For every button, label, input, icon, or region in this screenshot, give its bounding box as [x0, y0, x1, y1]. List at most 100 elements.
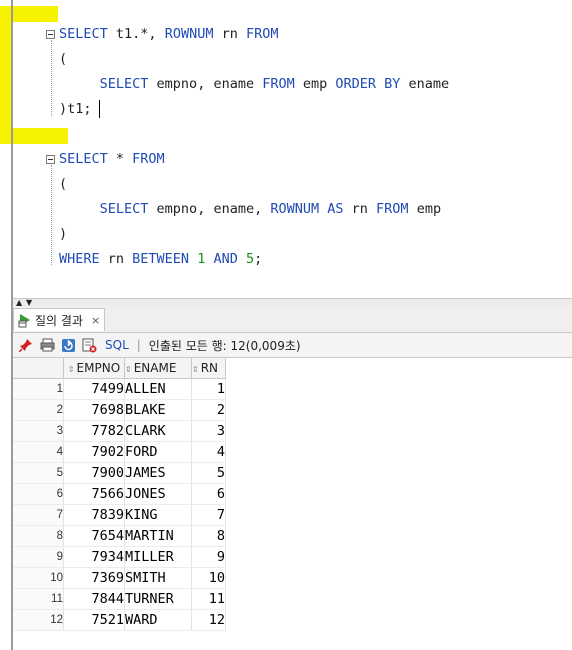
keyword: FROM — [262, 76, 295, 92]
code-line-9[interactable]: ) — [59, 225, 67, 243]
cell-ename[interactable]: TURNER — [124, 588, 192, 610]
keyword: AND — [213, 251, 238, 267]
row-number[interactable]: 3 — [13, 420, 64, 442]
table-row[interactable]: 11 7844 TURNER 11 — [13, 588, 226, 610]
table-row[interactable]: 12 7521 WARD 12 — [13, 609, 226, 631]
cell-ename[interactable]: SMITH — [124, 567, 192, 589]
keyword: AS — [327, 201, 344, 217]
code-line-1[interactable]: SELECT t1.*, ROWNUM rn FROM — [59, 25, 279, 43]
keyword: SELECT — [99, 201, 149, 217]
cell-rn[interactable]: 9 — [191, 546, 226, 568]
cell-empno[interactable]: 7566 — [63, 483, 125, 505]
cell-ename[interactable]: JONES — [124, 483, 192, 505]
pin-icon[interactable] — [18, 337, 34, 353]
keyword: SELECT — [59, 26, 108, 42]
row-number[interactable]: 12 — [13, 609, 64, 631]
row-number[interactable]: 2 — [13, 399, 64, 421]
cell-rn[interactable]: 5 — [191, 462, 226, 484]
sort-icon: ⇕ — [125, 365, 132, 374]
row-number[interactable]: 5 — [13, 462, 64, 484]
fold-toggle-statement-2[interactable] — [46, 155, 55, 164]
row-number[interactable]: 10 — [13, 567, 64, 589]
table-row[interactable]: 6 7566 JONES 6 — [13, 483, 226, 505]
row-number[interactable]: 7 — [13, 504, 64, 526]
cell-rn[interactable]: 3 — [191, 420, 226, 442]
table-row[interactable]: 8 7654 MARTIN 8 — [13, 525, 226, 547]
table-row[interactable]: 1 7499 ALLEN 1 — [13, 378, 226, 400]
cell-empno[interactable]: 7934 — [63, 546, 125, 568]
cell-rn[interactable]: 11 — [191, 588, 226, 610]
cell-ename[interactable]: MILLER — [124, 546, 192, 568]
row-number[interactable]: 6 — [13, 483, 64, 505]
code-line-4[interactable]: )t1; — [59, 100, 92, 118]
cell-empno[interactable]: 7499 — [63, 378, 125, 400]
cell-ename[interactable]: JAMES — [124, 462, 192, 484]
number-literal: 5 — [246, 251, 255, 267]
row-number[interactable]: 11 — [13, 588, 64, 610]
cell-empno[interactable]: 7698 — [63, 399, 125, 421]
tab-label: 질의 결과 — [35, 313, 83, 328]
print-icon[interactable] — [39, 337, 55, 353]
code-line-3[interactable]: SELECT empno, ename FROM emp ORDER BY en… — [59, 75, 450, 93]
keyword: WHERE — [59, 251, 100, 267]
cell-empno[interactable]: 7521 — [63, 609, 125, 631]
cell-ename[interactable]: CLARK — [124, 420, 192, 442]
cell-rn[interactable]: 7 — [191, 504, 226, 526]
cell-rn[interactable]: 6 — [191, 483, 226, 505]
table-row[interactable]: 10 7369 SMITH 10 — [13, 567, 226, 589]
table-row[interactable]: 3 7782 CLARK 3 — [13, 420, 226, 442]
cell-rn[interactable]: 1 — [191, 378, 226, 400]
code-line-7[interactable]: ( — [59, 175, 67, 193]
cell-ename[interactable]: BLAKE — [124, 399, 192, 421]
code-line-10[interactable]: WHERE rn BETWEEN 1 AND 5; — [59, 250, 262, 268]
row-number[interactable]: 9 — [13, 546, 64, 568]
refresh-icon[interactable] — [60, 337, 76, 353]
sql-button[interactable]: SQL — [105, 338, 129, 352]
cell-ename[interactable]: KING — [124, 504, 192, 526]
table-row[interactable]: 7 7839 KING 7 — [13, 504, 226, 526]
keyword: ORDER — [335, 76, 377, 92]
cell-rn[interactable]: 10 — [191, 567, 226, 589]
code-text: rn — [213, 26, 246, 42]
cell-empno[interactable]: 7844 — [63, 588, 125, 610]
keyword: FROM — [132, 151, 165, 167]
row-number[interactable]: 4 — [13, 441, 64, 463]
row-number[interactable]: 1 — [13, 378, 64, 400]
grid-header-row: ⇕ EMPNO ⇕ ENAME ⇕ RN — [13, 358, 226, 379]
sort-icon: ⇕ — [192, 365, 199, 374]
cell-rn[interactable]: 12 — [191, 609, 226, 631]
cell-rn[interactable]: 8 — [191, 525, 226, 547]
editor-gutter-border — [11, 0, 13, 300]
cell-empno[interactable]: 7654 — [63, 525, 125, 547]
column-header-ename[interactable]: ⇕ ENAME — [124, 358, 192, 379]
cell-empno[interactable]: 7782 — [63, 420, 125, 442]
cell-empno[interactable]: 7900 — [63, 462, 125, 484]
fold-toggle-statement-1[interactable] — [46, 30, 55, 39]
cell-empno[interactable]: 7902 — [63, 441, 125, 463]
table-row[interactable]: 5 7900 JAMES 5 — [13, 462, 226, 484]
code-text: ( — [59, 51, 68, 67]
code-line-2[interactable]: ( — [59, 50, 67, 68]
tab-query-result[interactable]: 질의 결과 × — [13, 308, 105, 331]
row-number-header[interactable] — [13, 358, 64, 379]
cell-ename[interactable]: WARD — [124, 609, 192, 631]
table-row[interactable]: 4 7902 FORD 4 — [13, 441, 226, 463]
cell-ename[interactable]: FORD — [124, 441, 192, 463]
cell-empno[interactable]: 7369 — [63, 567, 125, 589]
close-icon[interactable]: × — [91, 314, 100, 327]
code-text: emp — [408, 201, 442, 217]
cancel-query-icon[interactable] — [81, 337, 97, 353]
table-row[interactable]: 9 7934 MILLER 9 — [13, 546, 226, 568]
cell-rn[interactable]: 2 — [191, 399, 226, 421]
code-line-8[interactable]: SELECT empno, ename, ROWNUM AS rn FROM e… — [59, 200, 441, 218]
row-number[interactable]: 8 — [13, 525, 64, 547]
column-header-empno[interactable]: ⇕ EMPNO — [63, 358, 125, 379]
query-result-icon — [17, 312, 33, 328]
cell-ename[interactable]: ALLEN — [124, 378, 192, 400]
cell-rn[interactable]: 4 — [191, 441, 226, 463]
table-row[interactable]: 2 7698 BLAKE 2 — [13, 399, 226, 421]
cell-ename[interactable]: MARTIN — [124, 525, 192, 547]
cell-empno[interactable]: 7839 — [63, 504, 125, 526]
column-header-rn[interactable]: ⇕ RN — [191, 358, 226, 379]
code-line-6[interactable]: SELECT * FROM — [59, 150, 165, 168]
